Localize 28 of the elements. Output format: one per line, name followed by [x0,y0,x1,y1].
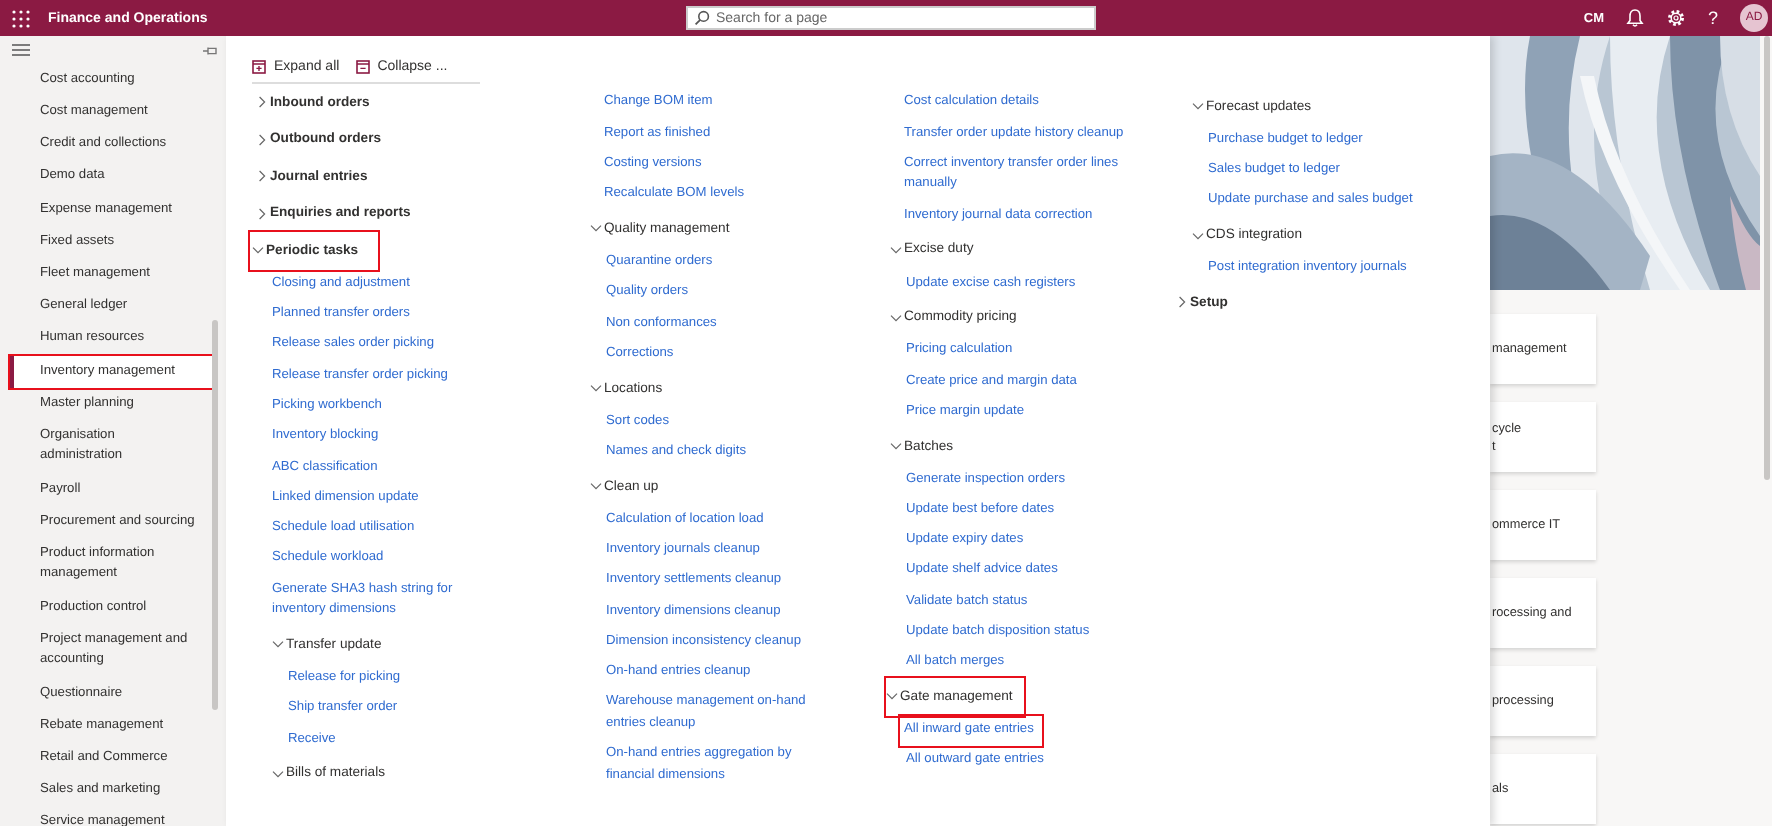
chevron-icon [1176,296,1188,309]
chevron-icon [886,690,898,703]
search-icon [694,10,710,26]
chevron-icon [890,440,902,452]
chevron-icon [256,133,268,146]
settings-icon[interactable] [1665,8,1686,28]
pin-icon[interactable] [202,45,218,55]
app-launcher-icon[interactable] [12,9,30,27]
scrollbar-thumb[interactable] [1764,36,1770,480]
chevron-icon [252,244,264,257]
chevron-icon [272,767,284,780]
plus-box-icon [252,60,266,74]
chevron-icon [890,311,902,324]
chevron-icon [256,207,268,220]
chevron-icon [890,243,902,256]
bell-icon[interactable] [1625,8,1644,28]
minus-box-icon [355,60,370,74]
chevron-icon [1192,229,1204,242]
chevron-icon [590,480,602,493]
chevron-icon [590,382,602,394]
chevron-icon [1192,100,1204,113]
chevron-icon [256,170,268,183]
help-button[interactable]: ? [1707,8,1718,28]
menu-icon[interactable] [12,44,30,56]
chevron-icon [256,96,268,109]
chevron-icon [590,222,602,235]
scrollbar-thumb[interactable] [212,320,218,710]
chevron-icon [272,638,284,651]
